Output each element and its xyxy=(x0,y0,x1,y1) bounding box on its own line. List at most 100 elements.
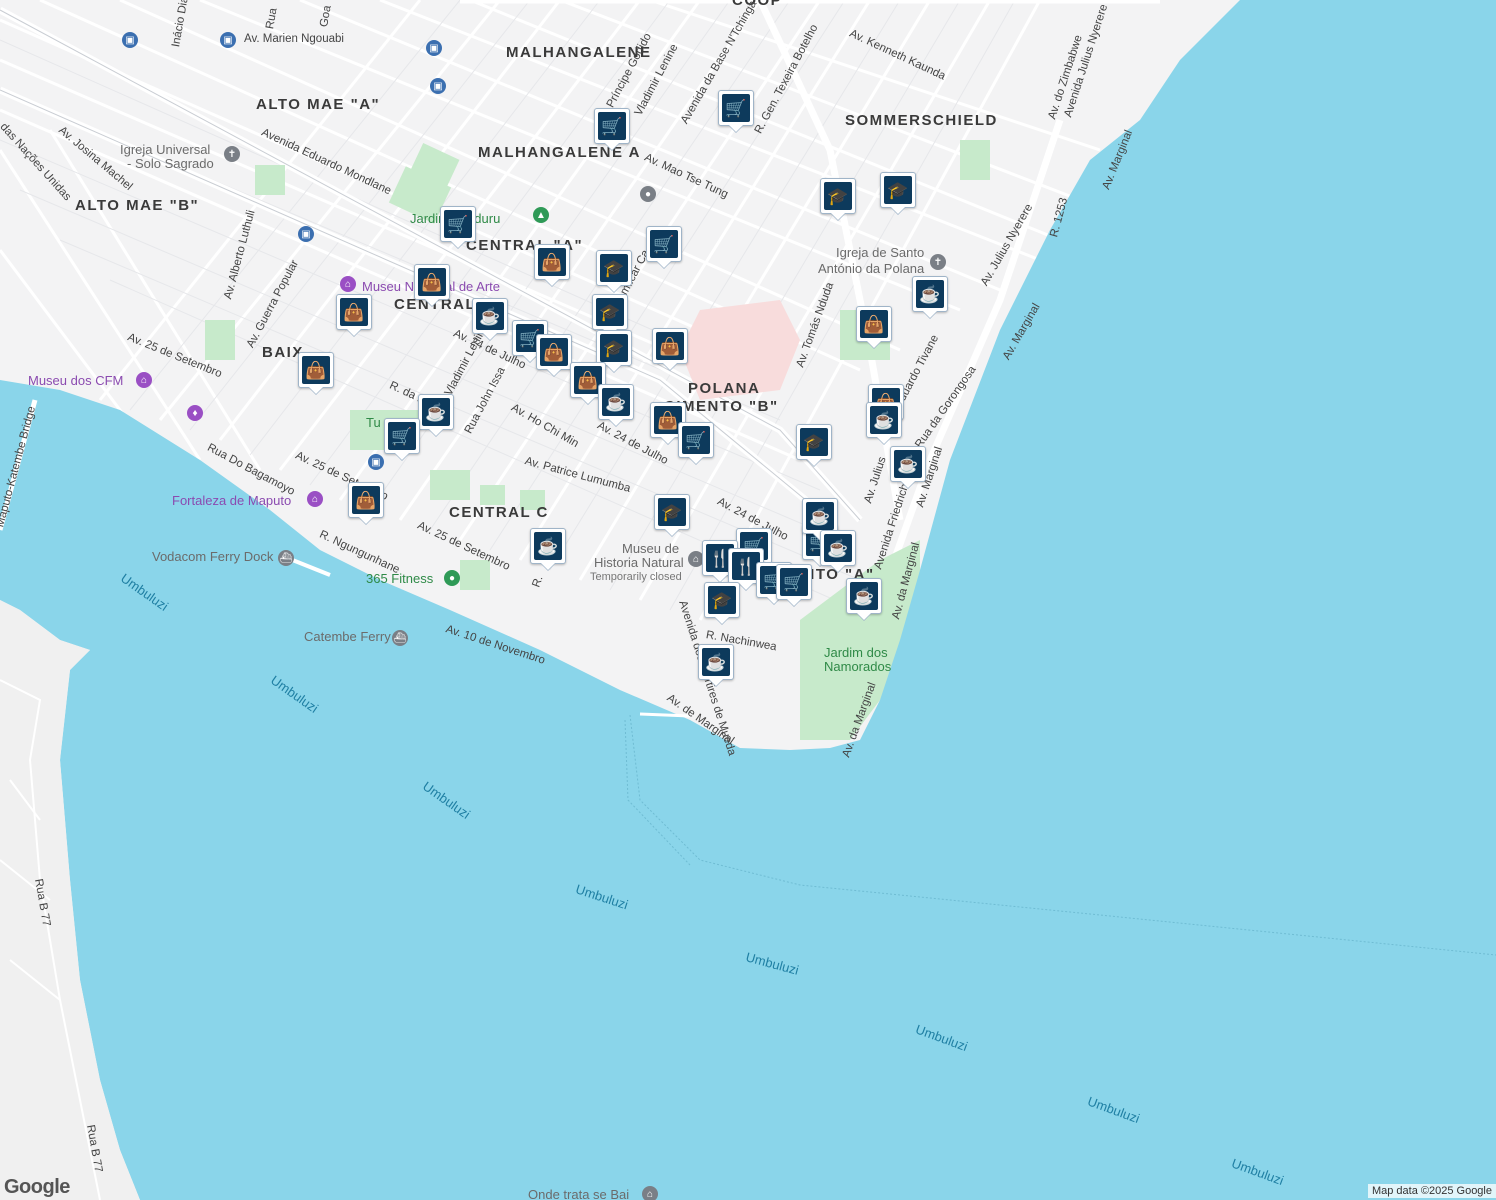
museum-icon[interactable]: ⌂ xyxy=(642,1186,658,1200)
poi-label[interactable]: - Solo Sagrado xyxy=(127,157,214,171)
school-icon: 🎓 xyxy=(708,586,736,614)
poi-label[interactable]: Igreja Universal xyxy=(120,143,210,157)
marker-box: 🛒 xyxy=(678,422,714,458)
bus-stop-icon[interactable]: ▣ xyxy=(122,32,138,48)
museum-icon[interactable]: ⌂ xyxy=(340,276,356,292)
museum-icon[interactable]: ⌂ xyxy=(307,491,323,507)
district-label: ALTO MAE "A" xyxy=(256,96,381,113)
cafe-marker[interactable]: ☕ xyxy=(418,394,454,438)
ferry-icon[interactable]: ⛴ xyxy=(392,630,408,646)
marker-box: ☕ xyxy=(418,394,454,430)
marker-box: 🎓 xyxy=(796,424,832,460)
fitness-icon[interactable]: ● xyxy=(444,570,460,586)
marker-tip xyxy=(428,428,444,436)
poi-label[interactable]: Jardim dos xyxy=(824,646,888,660)
marker-tip xyxy=(890,206,906,214)
marker-tip xyxy=(450,240,466,248)
shopping-bag-marker[interactable]: 👜 xyxy=(348,482,384,526)
cafe-icon: ☕ xyxy=(602,388,630,416)
church-icon[interactable]: ✝ xyxy=(930,254,946,270)
ferry-icon[interactable]: ⛴ xyxy=(278,550,294,566)
marker-tip xyxy=(900,480,916,488)
shopping-bag-icon: 👜 xyxy=(352,486,380,514)
poi-label[interactable]: Tu xyxy=(366,416,381,430)
marker-tip xyxy=(346,328,362,336)
cafe-icon: ☕ xyxy=(806,502,834,530)
cafe-marker[interactable]: ☕ xyxy=(912,276,948,320)
bus-stop-icon[interactable]: ▣ xyxy=(430,78,446,94)
bus-stop-icon[interactable]: ▣ xyxy=(220,32,236,48)
cafe-marker[interactable]: ☕ xyxy=(846,578,882,622)
poi-label[interactable]: Catembe Ferry xyxy=(304,630,391,644)
poi-label[interactable]: Fortaleza de Maputo xyxy=(172,494,291,508)
poi-label[interactable]: Igreja de Santo xyxy=(836,246,924,260)
shopping-bag-marker[interactable]: 👜 xyxy=(298,352,334,396)
school-marker[interactable]: 🎓 xyxy=(704,582,740,626)
marker-box: ☕ xyxy=(472,298,508,334)
cafe-icon: ☕ xyxy=(824,534,852,562)
bus-stop-icon[interactable]: ▣ xyxy=(298,226,314,242)
poi-label[interactable]: Onde trata se Bai xyxy=(528,1188,629,1200)
shopping-cart-marker[interactable]: 🛒 xyxy=(594,108,630,152)
school-marker[interactable]: 🎓 xyxy=(596,250,632,294)
cafe-marker[interactable]: ☕ xyxy=(598,384,634,428)
poi-label[interactable]: Namorados xyxy=(824,660,891,674)
marker-tip xyxy=(424,298,440,306)
bus-stop-icon[interactable]: ▣ xyxy=(368,454,384,470)
shopping-cart-marker[interactable]: 🛒 xyxy=(718,90,754,134)
poi-label[interactable]: 365 Fitness xyxy=(366,572,433,586)
museum-icon[interactable]: ⌂ xyxy=(136,372,152,388)
marker-box: 👜 xyxy=(348,482,384,518)
cafe-icon: ☕ xyxy=(422,398,450,426)
cafe-marker[interactable]: ☕ xyxy=(890,446,926,490)
marker-box: ☕ xyxy=(846,578,882,614)
shopping-cart-marker[interactable]: 🛒 xyxy=(384,418,420,462)
marker-tip xyxy=(856,612,872,620)
school-icon: 🎓 xyxy=(884,176,912,204)
shopping-bag-marker[interactable]: 👜 xyxy=(336,294,372,338)
shopping-cart-marker[interactable]: 🛒 xyxy=(678,422,714,466)
marker-box: 🛒 xyxy=(594,108,630,144)
school-marker[interactable]: 🎓 xyxy=(654,494,690,538)
monument-icon[interactable]: ♦ xyxy=(187,405,203,421)
bus-stop-icon[interactable]: ▣ xyxy=(426,40,442,56)
map-canvas[interactable]: MALHANGALENE ALTO MAE "A" SOMMERSCHIELD … xyxy=(0,0,1496,1200)
cafe-marker[interactable]: ☕ xyxy=(698,644,734,688)
shopping-bag-marker[interactable]: 👜 xyxy=(856,306,892,350)
marker-tip xyxy=(830,212,846,220)
shopping-cart-marker[interactable]: 🛒 xyxy=(776,564,812,608)
poi-label[interactable]: Vodacom Ferry Dock xyxy=(152,550,273,564)
poi-label[interactable]: Historia Natural xyxy=(594,556,684,570)
shopping-bag-marker[interactable]: 👜 xyxy=(534,244,570,288)
shopping-cart-marker[interactable]: 🛒 xyxy=(646,226,682,270)
poi-label[interactable]: Museu de xyxy=(622,542,679,556)
park-icon[interactable]: ▲ xyxy=(533,207,549,223)
cafe-marker[interactable]: ☕ xyxy=(820,530,856,574)
poi-label[interactable]: António da Polana xyxy=(818,262,924,276)
cafe-marker[interactable]: ☕ xyxy=(866,402,902,446)
shopping-bag-marker[interactable]: 👜 xyxy=(652,328,688,372)
marker-box: ☕ xyxy=(598,384,634,420)
shopping-bag-icon: 👜 xyxy=(418,268,446,296)
shopping-cart-marker[interactable]: 🛒 xyxy=(440,206,476,250)
school-marker[interactable]: 🎓 xyxy=(796,424,832,468)
shopping-cart-icon: 🛒 xyxy=(598,112,626,140)
shopping-bag-icon: 👜 xyxy=(302,356,330,384)
school-marker[interactable]: 🎓 xyxy=(820,178,856,222)
marker-tip xyxy=(546,368,562,376)
shopping-bag-marker[interactable]: 👜 xyxy=(414,264,450,308)
marker-tip xyxy=(708,678,724,686)
shopping-cart-icon: 🛒 xyxy=(722,94,750,122)
shopping-cart-icon: 🛒 xyxy=(444,210,472,238)
cafe-marker[interactable]: ☕ xyxy=(530,528,566,572)
cafe-icon: ☕ xyxy=(850,582,878,610)
marker-box: ☕ xyxy=(866,402,902,438)
cafe-marker[interactable]: ☕ xyxy=(472,298,508,342)
school-marker[interactable]: 🎓 xyxy=(880,172,916,216)
marker-tip xyxy=(664,528,680,536)
church-icon[interactable]: ✝ xyxy=(224,146,240,162)
poi-label[interactable]: Museu dos CFM xyxy=(28,374,123,388)
shopping-bag-marker[interactable]: 👜 xyxy=(536,334,572,378)
marker-tip xyxy=(540,562,556,570)
school-poi-icon[interactable]: ● xyxy=(640,186,656,202)
